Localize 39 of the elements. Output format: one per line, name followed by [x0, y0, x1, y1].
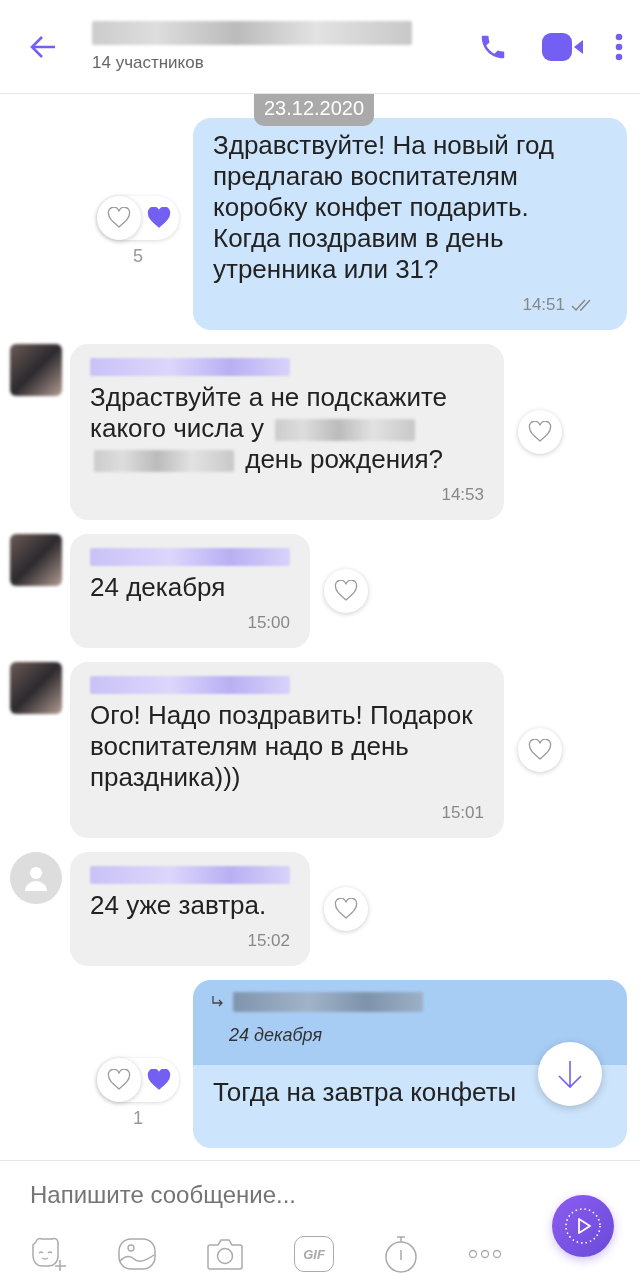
- like-button[interactable]: [324, 569, 368, 613]
- video-camera-icon[interactable]: [542, 30, 584, 63]
- message-text: 24 декабря: [90, 572, 226, 603]
- send-button[interactable]: [552, 1195, 614, 1257]
- message-time: 15:02: [247, 930, 290, 952]
- camera-icon[interactable]: [206, 1237, 244, 1271]
- sticker-icon[interactable]: [30, 1236, 68, 1272]
- message-input-field[interactable]: Напишите сообщение...: [30, 1181, 450, 1209]
- reaction-count: 5: [133, 246, 143, 267]
- message-text: какого числа у: [90, 413, 265, 444]
- like-button[interactable]: [97, 1058, 141, 1102]
- message-time: 15:00: [247, 612, 290, 634]
- gif-button[interactable]: GIF: [294, 1236, 334, 1272]
- more-options-icon[interactable]: [468, 1249, 502, 1259]
- reaction-count: 1: [133, 1108, 143, 1129]
- like-button[interactable]: [97, 196, 141, 240]
- message-text: день рождения?: [245, 444, 444, 475]
- message-text: Тогда на завтра конфеты: [213, 1077, 517, 1108]
- more-menu-icon[interactable]: [614, 31, 624, 62]
- message-time: 15:01: [441, 802, 484, 824]
- reply-arrow-icon: [211, 995, 225, 1009]
- like-button[interactable]: [518, 728, 562, 772]
- message-text: Здраствуйте а не подскажите: [90, 382, 448, 413]
- timer-icon[interactable]: [384, 1235, 418, 1273]
- play-icon: [563, 1206, 603, 1246]
- arrow-down-icon: [556, 1059, 584, 1089]
- message-time: 14:51: [522, 294, 565, 316]
- like-button[interactable]: [324, 887, 368, 931]
- message-text: Здравствуйте! На новый год предлагаю воспитателям коробку конфет подарить. Когда поздравим в день утренника или 31?: [213, 130, 555, 285]
- message-text: 24 уже завтра.: [90, 890, 267, 921]
- heart-icon: [147, 1069, 171, 1091]
- message-time: 14:53: [441, 484, 484, 506]
- participants-count: 14 участников: [92, 52, 205, 73]
- heart-icon: [147, 207, 171, 229]
- gallery-icon[interactable]: [118, 1237, 156, 1271]
- message-text: Ого! Надо поздравить! Подарок воспитателям надо в день праздника))): [90, 700, 474, 793]
- quoted-text: 24 декабря: [228, 1024, 324, 1047]
- like-button[interactable]: [518, 410, 562, 454]
- date-badge: 23.12.2020: [254, 94, 375, 126]
